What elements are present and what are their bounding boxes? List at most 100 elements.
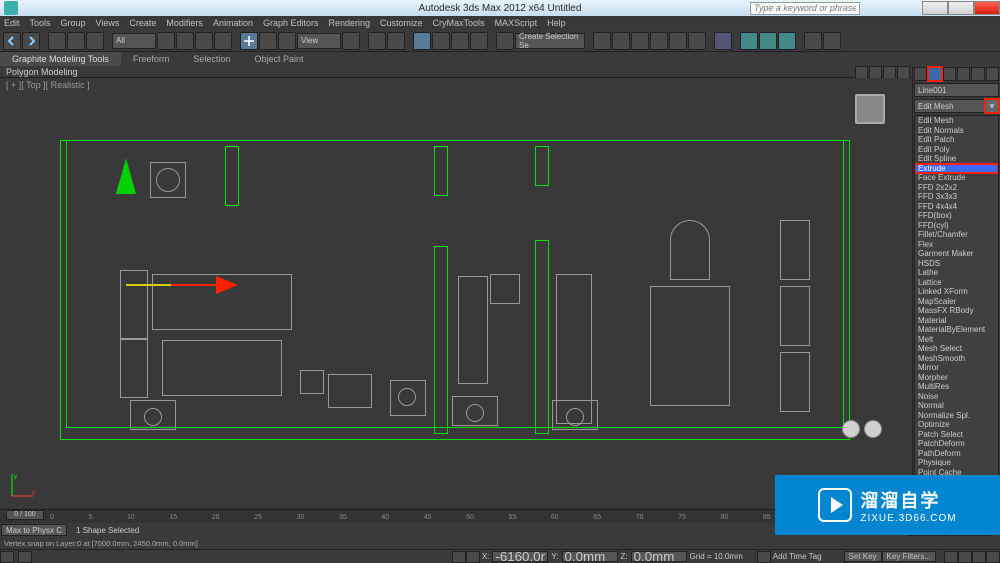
modifier-item[interactable]: Noise	[915, 392, 998, 402]
unlink-button[interactable]	[67, 32, 85, 50]
maxscript-listener-button[interactable]	[0, 551, 14, 563]
move-gizmo[interactable]	[108, 158, 136, 194]
modifier-item[interactable]: Melt	[915, 335, 998, 345]
add-time-tag[interactable]: Add Time Tag	[773, 552, 822, 561]
nav-maximize-button[interactable]	[972, 551, 986, 563]
ref-coord-dropdown[interactable]: View	[297, 33, 341, 49]
nav-pan-button[interactable]	[944, 551, 958, 563]
modifier-item[interactable]: Material	[915, 316, 998, 326]
angle-snap-button[interactable]	[432, 32, 450, 50]
dropdown-arrow-icon[interactable]: ▾	[986, 100, 998, 112]
steering-wheels[interactable]	[842, 420, 882, 438]
cry-tools-button[interactable]	[823, 32, 841, 50]
modifier-item[interactable]: MapScaler	[915, 297, 998, 307]
cry-export-button[interactable]	[804, 32, 822, 50]
modifier-item[interactable]: Edit Patch	[915, 135, 998, 145]
percent-snap-button[interactable]	[451, 32, 469, 50]
modifier-item[interactable]: Optimize	[915, 420, 998, 430]
modifier-item[interactable]: HSDS	[915, 259, 998, 269]
modifier-item[interactable]: FFD(box)	[915, 211, 998, 221]
menu-animation[interactable]: Animation	[213, 18, 253, 28]
link-button[interactable]	[48, 32, 66, 50]
window-crossing-button[interactable]	[214, 32, 232, 50]
modifier-item[interactable]: Lattice	[915, 278, 998, 288]
modifier-item[interactable]: FFD 2x2x2	[915, 183, 998, 193]
modifier-item[interactable]: Mesh Select	[915, 344, 998, 354]
lock-selection-button[interactable]	[18, 551, 32, 563]
snap-toggle-button[interactable]	[413, 32, 431, 50]
menu-crymaxtools[interactable]: CryMaxTools	[433, 18, 485, 28]
frame-indicator[interactable]: 0 / 100	[6, 510, 44, 520]
menu-rendering[interactable]: Rendering	[329, 18, 371, 28]
render-frame-button[interactable]	[759, 32, 777, 50]
menu-grapheditors[interactable]: Graph Editors	[263, 18, 319, 28]
ribbon-sub[interactable]: Polygon Modeling	[0, 66, 1000, 78]
modifier-item[interactable]: Mirror	[915, 363, 998, 373]
align-button[interactable]	[612, 32, 630, 50]
modifier-item[interactable]: FFD 3x3x3	[915, 192, 998, 202]
edit-named-sel-button[interactable]	[496, 32, 514, 50]
menu-create[interactable]: Create	[129, 18, 156, 28]
select-move-button[interactable]	[240, 32, 258, 50]
menu-views[interactable]: Views	[96, 18, 120, 28]
modifier-item[interactable]: Garment Maker	[915, 249, 998, 259]
app-icon[interactable]	[4, 1, 18, 15]
tab-hierarchy[interactable]	[943, 67, 956, 81]
modifier-item[interactable]: Extrude	[915, 164, 998, 174]
isolate-button[interactable]	[452, 551, 466, 563]
modifier-item[interactable]: MaterialByElement	[915, 325, 998, 335]
modifier-item[interactable]: Flex	[915, 240, 998, 250]
selection-filter-dropdown[interactable]: All	[112, 33, 156, 49]
render-button[interactable]	[778, 32, 796, 50]
time-tag-button[interactable]	[757, 551, 771, 563]
modifier-item[interactable]: Normal	[915, 401, 998, 411]
tab-modify[interactable]	[928, 67, 941, 81]
select-object-button[interactable]	[157, 32, 175, 50]
select-rotate-button[interactable]	[259, 32, 277, 50]
modifier-item[interactable]: Morpher	[915, 373, 998, 383]
tab-utilities[interactable]	[986, 67, 999, 81]
modifier-item[interactable]: Physique	[915, 458, 998, 468]
menu-customize[interactable]: Customize	[380, 18, 423, 28]
material-editor-button[interactable]	[714, 32, 732, 50]
ribbon-tab-objectpaint[interactable]: Object Paint	[242, 52, 315, 66]
close-button[interactable]	[974, 1, 1000, 15]
menu-group[interactable]: Group	[61, 18, 86, 28]
named-selection-dropdown[interactable]: Create Selection Se	[515, 33, 585, 49]
tab-display[interactable]	[971, 67, 984, 81]
viewport-label[interactable]: [ + ][ Top ][ Realistic ]	[6, 80, 90, 90]
menu-tools[interactable]: Tools	[30, 18, 51, 28]
key-filters-button[interactable]: Key Filters...	[882, 551, 936, 562]
modifier-item[interactable]: Patch Select	[915, 430, 998, 440]
manipulate-button[interactable]	[368, 32, 386, 50]
viewport[interactable]: [ + ][ Top ][ Realistic ]	[0, 78, 912, 508]
undo-button[interactable]	[3, 32, 21, 50]
modifier-item[interactable]: PatchDeform	[915, 439, 998, 449]
modifier-list-dropdown[interactable]: Edit Mesh ▾	[914, 99, 999, 113]
keyboard-shortcut-button[interactable]	[387, 32, 405, 50]
curve-editor-button[interactable]	[669, 32, 687, 50]
modifier-item[interactable]: MassFX RBody	[915, 306, 998, 316]
select-scale-button[interactable]	[278, 32, 296, 50]
modifier-item[interactable]: Edit Normals	[915, 126, 998, 136]
modifier-item[interactable]: PathDeform	[915, 449, 998, 459]
select-name-button[interactable]	[176, 32, 194, 50]
ribbon-tab-selection[interactable]: Selection	[181, 52, 242, 66]
viewcube[interactable]	[848, 88, 892, 132]
gizmo-x-axis[interactable]	[126, 276, 238, 294]
nav-orbit-button[interactable]	[958, 551, 972, 563]
modifier-item[interactable]: FFD(cyl)	[915, 221, 998, 231]
modifier-item[interactable]: Face Extrude	[915, 173, 998, 183]
object-name-field[interactable]: Line001	[914, 83, 999, 97]
coord-x-field[interactable]	[492, 551, 548, 562]
set-key-button[interactable]: Set Key	[844, 551, 882, 562]
menu-edit[interactable]: Edit	[4, 18, 20, 28]
modifier-item[interactable]: MeshSmooth	[915, 354, 998, 364]
bind-spacewarp-button[interactable]	[86, 32, 104, 50]
menu-maxscript[interactable]: MAXScript	[495, 18, 538, 28]
modifier-item[interactable]: Linked XForm	[915, 287, 998, 297]
modifier-item[interactable]: MultiRes	[915, 382, 998, 392]
select-region-button[interactable]	[195, 32, 213, 50]
coord-y-field[interactable]	[562, 551, 618, 562]
tab-motion[interactable]	[957, 67, 970, 81]
